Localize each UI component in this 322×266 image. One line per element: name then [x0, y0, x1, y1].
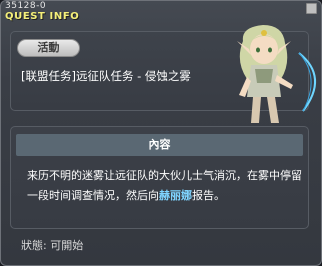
npc-name-link[interactable]: 赫丽娜	[159, 189, 192, 202]
description-text-end: 报告。	[192, 189, 225, 202]
quest-description: 来历不明的迷雾让远征队的大伙儿士气消沉，在雾中停留一段时间调查情况，然后向赫丽娜…	[27, 166, 309, 206]
close-button[interactable]	[306, 3, 317, 14]
quest-category-tag: 活動	[17, 39, 80, 57]
quest-name: [联盟任务]远征队任务 - 侵蚀之雾	[21, 69, 191, 83]
quest-info-window: 35128-0 QUEST INFO 活動 [联盟任务]远征队任务 - 侵蚀之雾…	[0, 0, 322, 266]
quest-status: 狀態: 可開始	[21, 239, 84, 252]
window-title: QUEST INFO	[5, 11, 80, 22]
npc-portrait-image	[237, 25, 317, 123]
content-header: 內容	[16, 134, 303, 156]
